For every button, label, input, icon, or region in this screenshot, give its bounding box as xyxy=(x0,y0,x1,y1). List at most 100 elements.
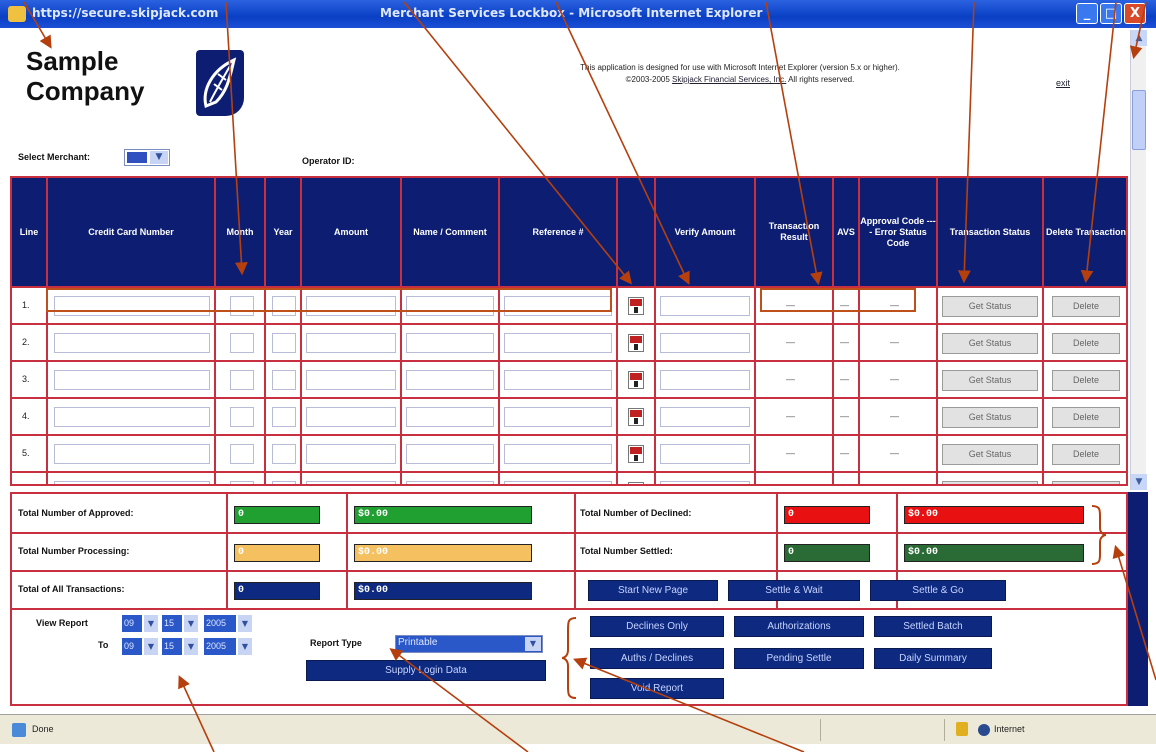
chevron-down-icon[interactable]: ▼ xyxy=(184,638,198,655)
card-number-input[interactable] xyxy=(54,481,210,484)
delete-button[interactable]: Delete xyxy=(1052,481,1120,484)
settle-and-go-button[interactable]: Settle & Go xyxy=(870,580,1006,601)
card-number-input[interactable] xyxy=(54,407,210,427)
year-input[interactable] xyxy=(272,333,296,353)
month-input[interactable] xyxy=(230,481,254,484)
status-cell: Get Status xyxy=(938,436,1044,471)
amount-input[interactable] xyxy=(306,444,396,464)
close-button[interactable]: X xyxy=(1124,3,1146,24)
statusbar-divider xyxy=(944,719,945,741)
card-number-input[interactable] xyxy=(54,333,210,353)
verify-amount-input[interactable] xyxy=(660,333,750,353)
chevron-down-icon[interactable]: ▼ xyxy=(150,151,168,164)
year-input[interactable] xyxy=(272,481,296,484)
get-status-button[interactable]: Get Status xyxy=(942,296,1038,317)
amount-input[interactable] xyxy=(306,407,396,427)
minimize-button[interactable]: _ xyxy=(1076,3,1098,24)
amount-input[interactable] xyxy=(306,481,396,484)
chevron-down-icon[interactable]: ▼ xyxy=(238,615,252,632)
chevron-down-icon[interactable]: ▼ xyxy=(238,638,252,655)
verify-amount-input[interactable] xyxy=(660,407,750,427)
verify-amount-input[interactable] xyxy=(660,370,750,390)
report-type-select[interactable]: Printable ▼ xyxy=(395,635,543,653)
chevron-down-icon[interactable]: ▼ xyxy=(184,615,198,632)
year-input[interactable] xyxy=(272,370,296,390)
scroll-down-icon[interactable]: ▼ xyxy=(1131,474,1147,490)
vertical-scrollbar[interactable]: ▲ ▼ xyxy=(1130,30,1147,490)
reference-input[interactable] xyxy=(504,481,612,484)
declines-only-button[interactable]: Declines Only xyxy=(590,616,724,637)
col-month: Month xyxy=(216,178,266,286)
supply-login-data-button[interactable]: Supply Login Data xyxy=(306,660,546,681)
delete-button[interactable]: Delete xyxy=(1052,407,1120,428)
reference-input[interactable] xyxy=(504,407,612,427)
globe-icon xyxy=(978,724,990,736)
daily-summary-button[interactable]: Daily Summary xyxy=(874,648,992,669)
calendar-icon[interactable] xyxy=(628,408,644,426)
delete-button[interactable]: Delete xyxy=(1052,296,1120,317)
name-comment-input[interactable] xyxy=(406,444,494,464)
month-input[interactable] xyxy=(230,407,254,427)
name-comment-input[interactable] xyxy=(406,370,494,390)
card-number-input[interactable] xyxy=(54,370,210,390)
start-new-page-button[interactable]: Start New Page xyxy=(588,580,718,601)
scrollbar-thumb[interactable] xyxy=(1132,90,1146,150)
card-cell xyxy=(48,325,216,360)
exit-link[interactable]: exit xyxy=(1056,78,1070,88)
settle-and-wait-button[interactable]: Settle & Wait xyxy=(728,580,860,601)
void-report-button[interactable]: Void Report xyxy=(590,678,724,699)
reference-cell xyxy=(500,399,618,434)
get-status-button[interactable]: Get Status xyxy=(942,481,1038,484)
skipjack-link[interactable]: Skipjack Financial Services, Inc. xyxy=(672,75,786,84)
card-cell xyxy=(48,473,216,484)
authorizations-button[interactable]: Authorizations xyxy=(734,616,864,637)
name-comment-input[interactable] xyxy=(406,407,494,427)
to-month-value: 09 xyxy=(122,638,142,655)
name-comment-input[interactable] xyxy=(406,333,494,353)
month-input[interactable] xyxy=(230,370,254,390)
delete-button[interactable]: Delete xyxy=(1052,444,1120,465)
amount-input[interactable] xyxy=(306,370,396,390)
reference-input[interactable] xyxy=(504,333,612,353)
chevron-down-icon[interactable]: ▼ xyxy=(144,615,158,632)
merchant-select[interactable]: ▼ xyxy=(124,149,170,166)
get-status-button[interactable]: Get Status xyxy=(942,444,1038,465)
reference-input[interactable] xyxy=(504,444,612,464)
chevron-down-icon[interactable]: ▼ xyxy=(525,637,541,651)
verify-amount-input[interactable] xyxy=(660,481,750,484)
get-status-button[interactable]: Get Status xyxy=(942,370,1038,391)
calendar-icon[interactable] xyxy=(628,445,644,463)
verify-amount-input[interactable] xyxy=(660,296,750,316)
maximize-button[interactable]: □ xyxy=(1100,3,1122,24)
transaction-result-value: — xyxy=(786,337,795,347)
window-url: https://secure.skipjack.com xyxy=(32,6,219,20)
reference-input[interactable] xyxy=(504,370,612,390)
avs-cell: — xyxy=(834,399,860,434)
settled-batch-button[interactable]: Settled Batch xyxy=(874,616,992,637)
year-input[interactable] xyxy=(272,407,296,427)
calendar-icon[interactable] xyxy=(628,297,644,315)
amount-input[interactable] xyxy=(306,333,396,353)
delete-button[interactable]: Delete xyxy=(1052,333,1120,354)
calendar-icon[interactable] xyxy=(628,334,644,352)
auths-declines-button[interactable]: Auths / Declines xyxy=(590,648,724,669)
verify-amount-input[interactable] xyxy=(660,444,750,464)
pending-settle-button[interactable]: Pending Settle xyxy=(734,648,864,669)
month-input[interactable] xyxy=(230,333,254,353)
scroll-up-icon[interactable]: ▲ xyxy=(1131,30,1147,46)
approved-label: Total Number of Approved: xyxy=(18,508,134,518)
month-input[interactable] xyxy=(230,444,254,464)
name-comment-input[interactable] xyxy=(406,481,494,484)
calendar-icon[interactable] xyxy=(628,371,644,389)
declined-label: Total Number of Declined: xyxy=(580,508,692,518)
get-status-button[interactable]: Get Status xyxy=(942,407,1038,428)
company-name-line1: Sample xyxy=(26,46,119,76)
card-number-input[interactable] xyxy=(54,444,210,464)
year-input[interactable] xyxy=(272,444,296,464)
col-name-comment: Name / Comment xyxy=(402,178,500,286)
calendar-icon[interactable] xyxy=(628,482,644,484)
chevron-down-icon[interactable]: ▼ xyxy=(144,638,158,655)
report-type-value: Printable xyxy=(398,637,438,648)
delete-button[interactable]: Delete xyxy=(1052,370,1120,391)
get-status-button[interactable]: Get Status xyxy=(942,333,1038,354)
